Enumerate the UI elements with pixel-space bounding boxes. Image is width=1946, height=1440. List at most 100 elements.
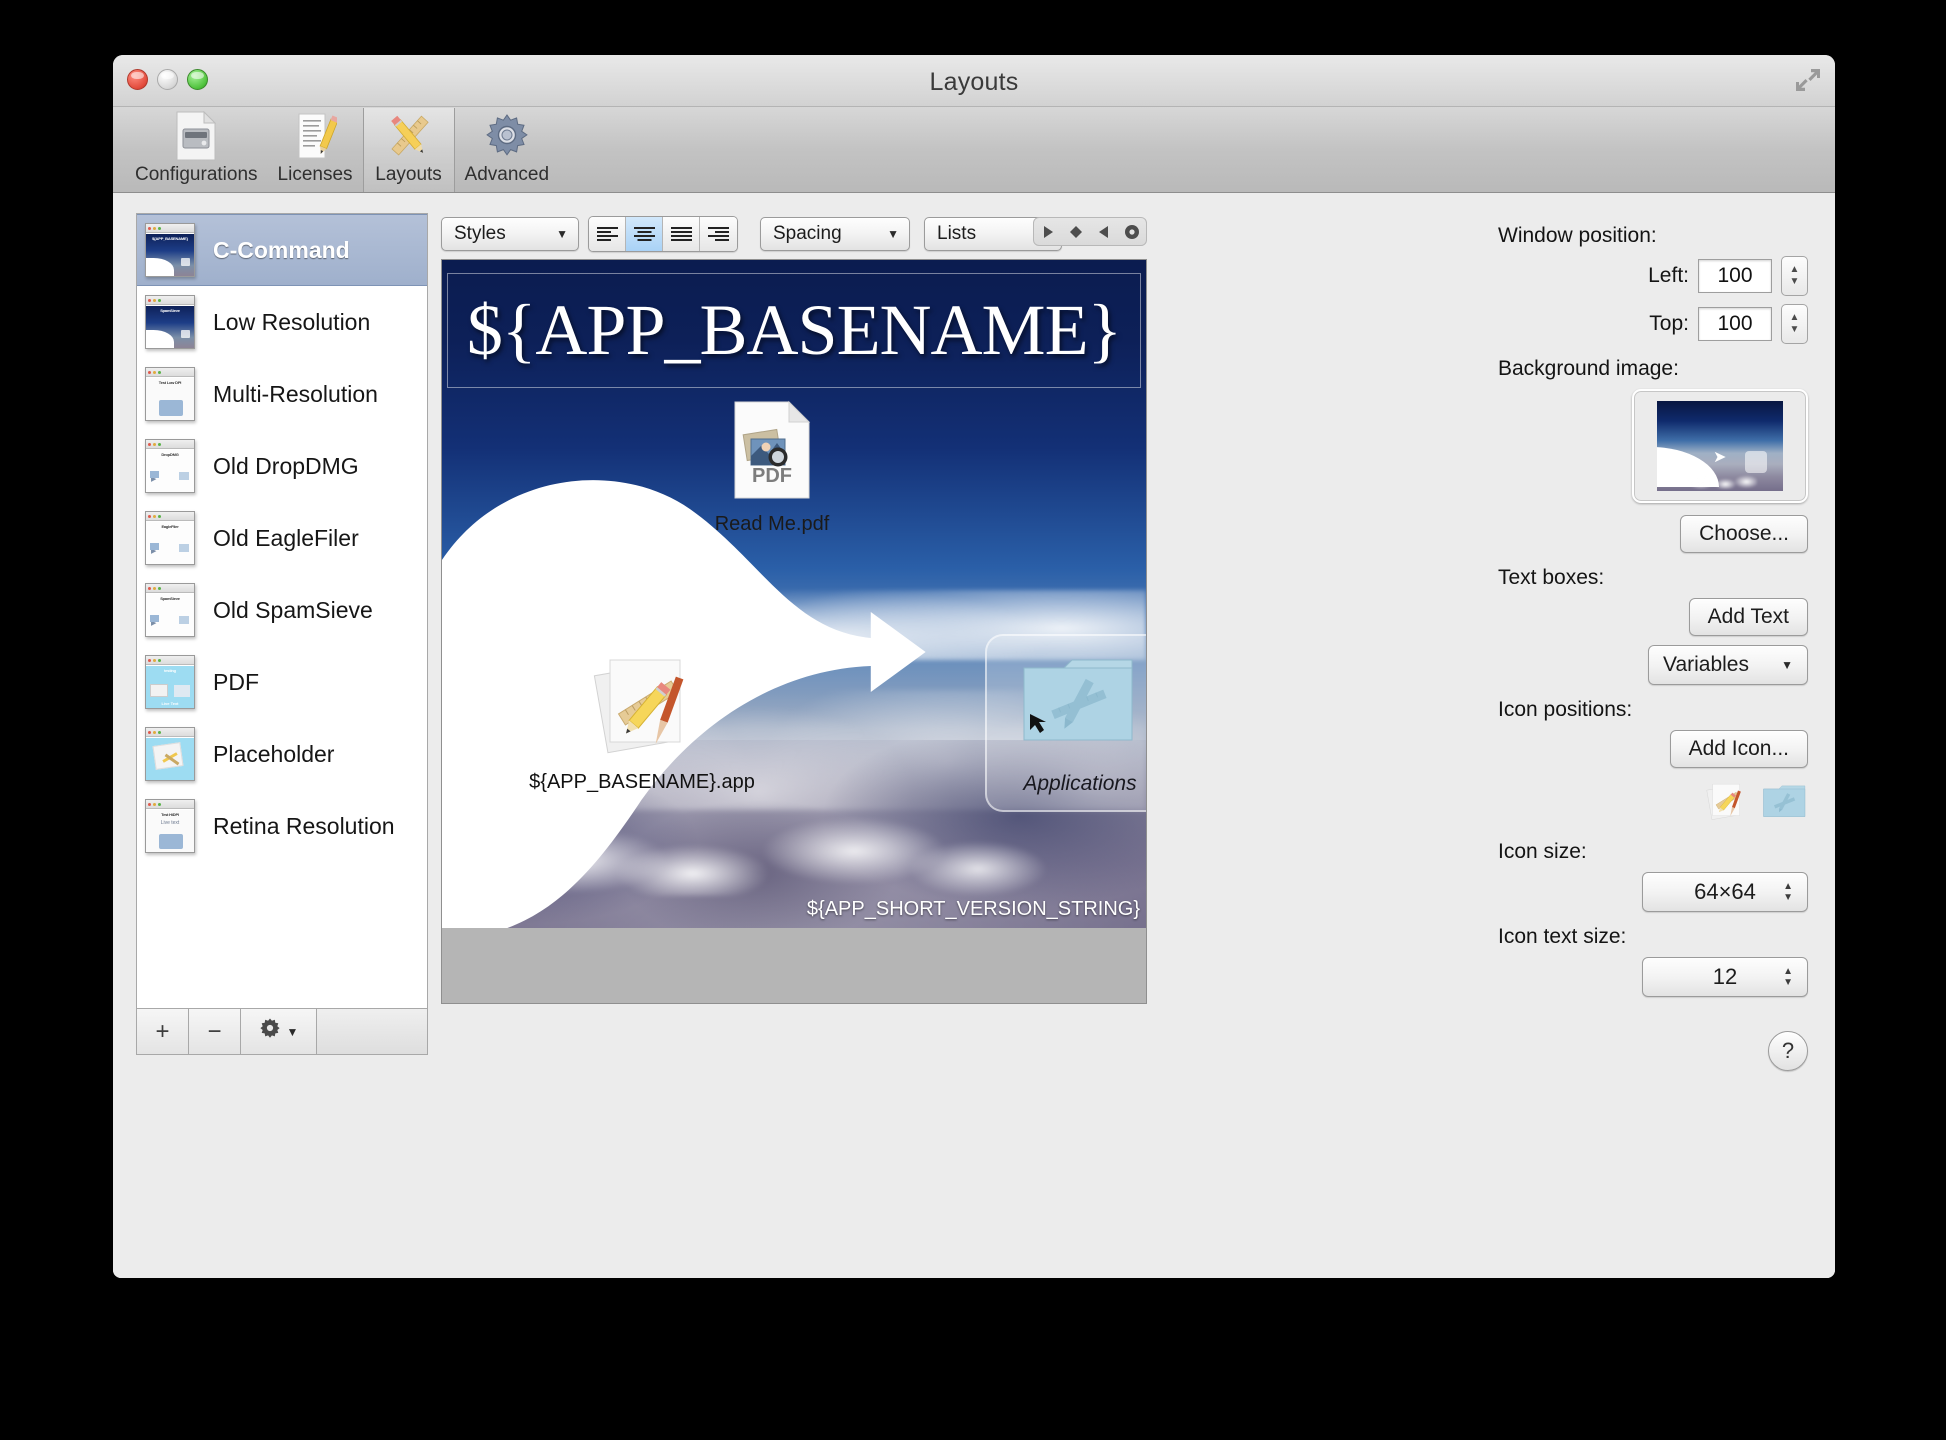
title-text-box[interactable]: ${APP_BASENAME}	[447, 273, 1141, 388]
top-field-row: Top: 100 ▲ ▼	[1498, 304, 1808, 344]
icon-read-me-pdf[interactable]: PDF Read Me.pdf	[692, 400, 852, 536]
align-right-button[interactable]	[700, 217, 737, 251]
layout-action-menu-button[interactable]: ▼	[241, 1009, 317, 1054]
stepper-up-icon[interactable]: ▲	[1790, 313, 1800, 323]
top-input[interactable]: 100	[1698, 307, 1772, 341]
applications-folder-icon	[1020, 652, 1140, 752]
chevron-down-icon: ▼	[1781, 659, 1793, 671]
left-input[interactable]: 100	[1698, 259, 1772, 293]
choose-button[interactable]: Choose...	[1680, 515, 1808, 553]
tab-layouts[interactable]: Layouts	[363, 108, 455, 192]
align-left-button[interactable]	[589, 217, 626, 251]
icon-text-size-row: 12 ▲▼	[1498, 957, 1808, 997]
list-item[interactable]: Test Low DPI Multi-Resolution	[137, 358, 427, 430]
background-image-well[interactable]: ➤	[1632, 389, 1808, 503]
text-boxes-label: Text boxes:	[1498, 566, 1808, 590]
list-item-label: Old SpamSieve	[213, 597, 373, 624]
icon-caption: ${APP_BASENAME}.app	[441, 771, 852, 794]
add-icon-button[interactable]: Add Icon...	[1670, 730, 1808, 768]
add-text-button[interactable]: Add Text	[1689, 598, 1808, 636]
top-stepper[interactable]: ▲ ▼	[1781, 304, 1808, 344]
list-item-label: C-Command	[213, 237, 350, 264]
list-item-label: Old EagleFiler	[213, 525, 359, 552]
variables-popup-button[interactable]: Variables ▼	[1648, 645, 1808, 685]
list-item-label: PDF	[213, 669, 259, 696]
fullscreen-arrows-icon[interactable]	[1795, 67, 1821, 93]
tab-advanced[interactable]: Advanced	[455, 108, 560, 192]
icon-app-bundle[interactable]: ${APP_BASENAME}.app	[441, 650, 852, 794]
dmg-layout-canvas[interactable]: ${APP_BASENAME}	[441, 259, 1147, 1004]
applications-folder-icon[interactable]	[1762, 782, 1808, 827]
help-button[interactable]: ?	[1768, 1031, 1808, 1071]
icon-position-thumbnails	[1498, 780, 1808, 827]
app-ruler-pencil-icon[interactable]	[1702, 780, 1748, 827]
list-item-label: Placeholder	[213, 741, 334, 768]
icon-text-size-select[interactable]: 12 ▲▼	[1642, 957, 1808, 997]
remove-layout-button[interactable]: −	[189, 1009, 241, 1054]
styles-popup-label: Styles	[454, 223, 542, 245]
styles-popup-button[interactable]: Styles ▼	[441, 217, 579, 251]
stepper-down-icon[interactable]: ▼	[1790, 277, 1800, 287]
thumb-title: SpamSieve	[146, 306, 194, 313]
app-window: Layouts Configurations	[113, 55, 1835, 1278]
spacing-popup-label: Spacing	[773, 223, 873, 245]
icon-text-size-label: Icon text size:	[1498, 925, 1808, 949]
gear-icon	[259, 1017, 281, 1046]
thumb-title: ${APP_BASENAME}	[146, 234, 194, 241]
diamond-icon[interactable]	[1062, 218, 1090, 245]
record-dot-icon[interactable]	[1118, 218, 1146, 245]
list-item[interactable]: Placeholder	[137, 718, 427, 790]
layout-thumbnail: Test Low DPI	[145, 367, 195, 421]
tab-configurations[interactable]: Configurations	[125, 108, 268, 192]
spacing-popup-button[interactable]: Spacing ▼	[760, 217, 910, 251]
main-toolbar: Configurations	[113, 107, 1835, 193]
icon-size-row: 64×64 ▲▼	[1498, 872, 1808, 912]
choose-row: Choose...	[1498, 515, 1808, 553]
list-item[interactable]: EagleFiler ▶ Old EagleFiler	[137, 502, 427, 574]
list-item-label: Multi-Resolution	[213, 381, 378, 408]
alignment-button-group[interactable]	[588, 216, 738, 252]
icon-size-select[interactable]: 64×64 ▲▼	[1642, 872, 1808, 912]
stepper-updown-icon: ▲▼	[1783, 967, 1793, 987]
align-left-icon	[597, 226, 618, 242]
tab-label: Advanced	[465, 164, 550, 186]
layouts-list-toolbar: + − ▼	[136, 1008, 428, 1055]
layouts-list[interactable]: ${APP_BASENAME} C-Command SpamSieve Low …	[136, 213, 428, 1008]
version-text-box[interactable]: ${APP_SHORT_VERSION_STRING}	[807, 898, 1140, 921]
align-center-icon	[634, 226, 655, 242]
list-item[interactable]: testing Live Text PDF	[137, 646, 427, 718]
thumb-title: Test Low DPI	[146, 378, 194, 385]
document-pencil-icon	[293, 111, 337, 161]
align-center-button[interactable]	[626, 217, 663, 251]
tab-licenses[interactable]: Licenses	[268, 108, 363, 192]
chevron-down-icon: ▼	[556, 228, 568, 240]
add-icon-row: Add Icon...	[1498, 730, 1808, 768]
icon-applications-folder[interactable]: Applications	[985, 634, 1147, 812]
play-left-icon[interactable]	[1090, 218, 1118, 245]
stepper-up-icon[interactable]: ▲	[1790, 265, 1800, 275]
list-item[interactable]: ${APP_BASENAME} C-Command	[137, 214, 427, 286]
stepper-down-icon[interactable]: ▼	[1790, 325, 1800, 335]
layout-editor: Styles ▼	[441, 213, 1147, 1004]
tab-label: Layouts	[375, 164, 442, 186]
layout-thumbnail: Test HiDPI Live text	[145, 799, 195, 853]
left-stepper[interactable]: ▲ ▼	[1781, 256, 1808, 296]
layout-thumbnail: EagleFiler ▶	[145, 511, 195, 565]
stepper-updown-icon: ▲▼	[1783, 882, 1793, 902]
window-position-label: Window position:	[1498, 224, 1808, 248]
list-item-label: Retina Resolution	[213, 813, 395, 840]
chevron-down-icon: ▼	[887, 228, 899, 240]
list-item[interactable]: Test HiDPI Live text Retina Resolution	[137, 790, 427, 862]
list-item[interactable]: SpamSieve Low Resolution	[137, 286, 427, 358]
thumb-title: DropDMG	[146, 450, 194, 457]
list-item[interactable]: DropDMG ▶ Old DropDMG	[137, 430, 427, 502]
icon-caption: Read Me.pdf	[692, 513, 852, 536]
list-item[interactable]: SpamSieve ▶ Old SpamSieve	[137, 574, 427, 646]
layout-thumbnail: SpamSieve ▶	[145, 583, 195, 637]
align-justify-button[interactable]	[663, 217, 700, 251]
add-layout-button[interactable]: +	[137, 1009, 189, 1054]
nav-button-group[interactable]	[1033, 217, 1147, 246]
layout-thumbnail: SpamSieve	[145, 295, 195, 349]
top-label: Top:	[1649, 312, 1689, 336]
play-right-icon[interactable]	[1034, 218, 1062, 245]
